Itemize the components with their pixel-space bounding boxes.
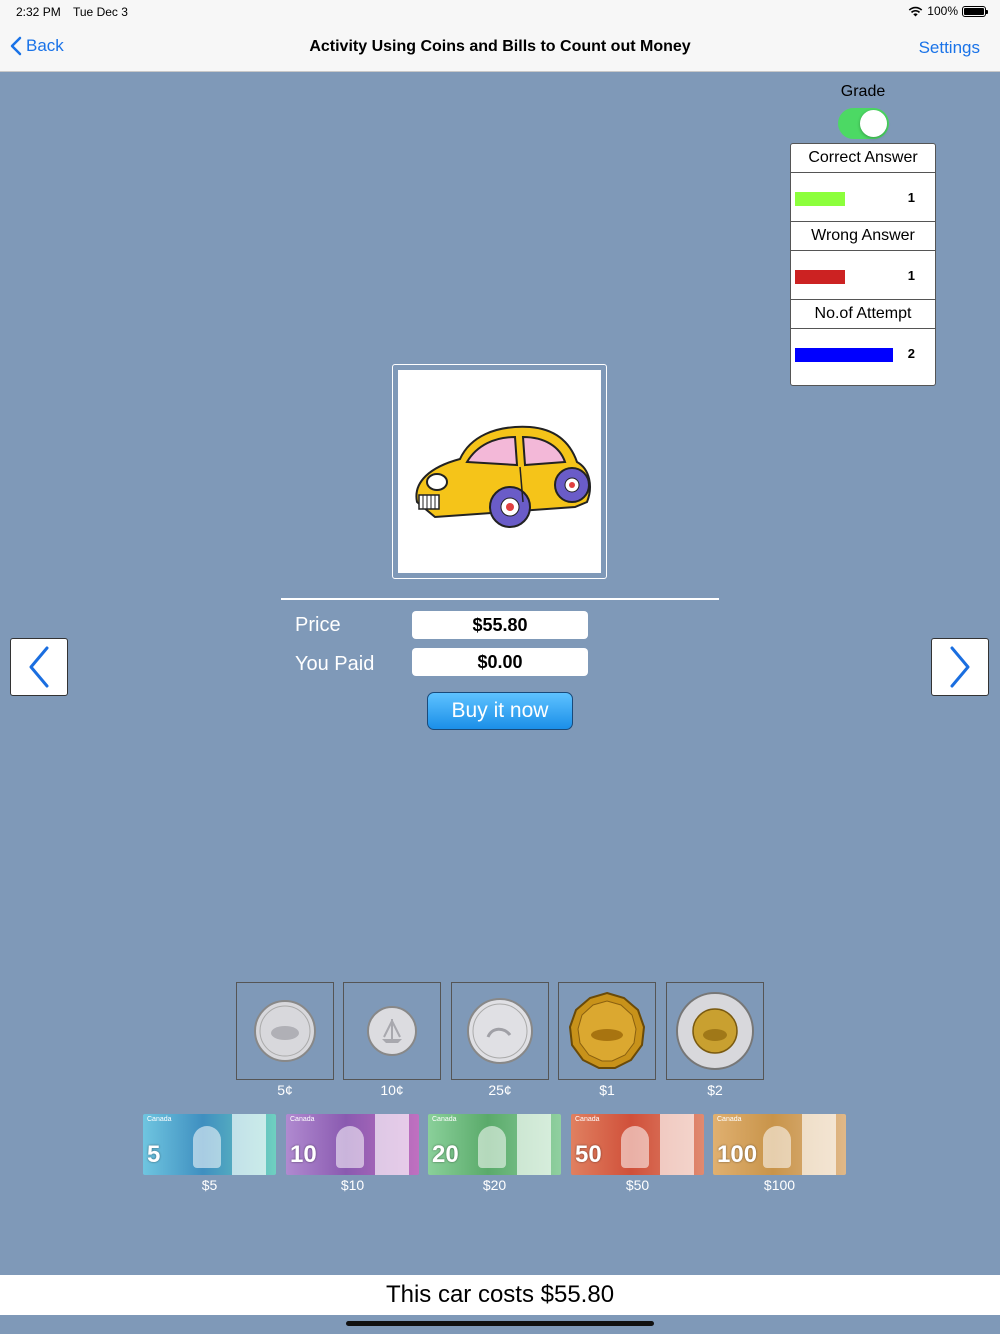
attempt-count: 2 [907,346,915,361]
bill-number: 5 [147,1141,161,1168]
nickel-coin-icon [254,1000,316,1062]
price-value: $55.80 [412,611,588,639]
coin-2-dollars-label: $2 [707,1082,723,1098]
wrong-answer-bar [795,270,845,284]
battery-percent: 100% [927,4,958,18]
correct-answer-count: 1 [907,190,915,205]
bill-number: 100 [717,1141,758,1168]
status-time: 2:32 PM [16,5,61,19]
wifi-icon [909,6,923,16]
status-date: Tue Dec 3 [73,5,128,19]
coin-10-cents[interactable] [343,982,441,1080]
item-image [398,370,601,573]
correct-answer-row: 1 [791,173,935,222]
status-bar: 2:32 PM Tue Dec 3 100% [0,0,1000,24]
portrait-icon [621,1126,649,1168]
bill-50-dollars-label: $50 [625,1177,650,1193]
status-right: 100% [908,4,988,18]
bill-10-dollars[interactable]: Canada 10 [286,1114,419,1175]
toggle-knob [860,110,887,137]
bill-5-dollars[interactable]: Canada 5 [143,1114,276,1175]
bill-number: 20 [432,1141,459,1168]
wrong-answer-label: Wrong Answer [791,222,935,251]
chevron-left-icon [29,646,49,688]
toonie-coin-icon [676,992,754,1070]
bill-window-icon [232,1114,266,1175]
coin-5-cents-label: 5¢ [277,1082,293,1098]
bill-window-icon [660,1114,694,1175]
next-item-button[interactable] [931,638,989,696]
page-title: Activity Using Coins and Bills to Count … [309,38,691,55]
bill-window-icon [517,1114,551,1175]
bill-20-dollars-label: $20 [482,1177,507,1193]
attempt-row: 2 [791,329,935,378]
bill-5-dollars-label: $5 [201,1177,218,1193]
grade-toggle[interactable] [838,108,889,139]
dime-coin-icon [367,1006,417,1056]
bill-number: 50 [575,1141,602,1168]
buy-it-now-button[interactable]: Buy it now [427,692,573,730]
bill-country: Canada [575,1116,600,1123]
bill-10-dollars-label: $10 [340,1177,365,1193]
portrait-icon [763,1126,791,1168]
bill-country: Canada [147,1116,172,1123]
correct-answer-bar [795,192,845,206]
quarter-coin-icon [467,998,533,1064]
grade-label: Grade [840,83,886,100]
bill-country: Canada [290,1116,315,1123]
you-paid-value: $0.00 [412,648,588,676]
coin-5-cents[interactable] [236,982,334,1080]
coin-25-cents-label: 25¢ [488,1082,512,1098]
bill-100-dollars[interactable]: Canada 100 [713,1114,846,1175]
coin-25-cents[interactable] [451,982,549,1080]
bill-country: Canada [432,1116,457,1123]
correct-answer-label: Correct Answer [791,144,935,173]
coin-1-dollar[interactable] [558,982,656,1080]
loonie-coin-icon [568,991,646,1069]
chevron-right-icon [950,646,970,688]
attempt-label: No.of Attempt [791,300,935,329]
bill-50-dollars[interactable]: Canada 50 [571,1114,704,1175]
previous-item-button[interactable] [10,638,68,696]
coin-1-dollar-label: $1 [599,1082,615,1098]
bill-20-dollars[interactable]: Canada 20 [428,1114,561,1175]
bill-country: Canada [717,1116,742,1123]
portrait-icon [193,1126,221,1168]
bill-window-icon [802,1114,836,1175]
coin-2-dollars[interactable] [666,982,764,1080]
bill-window-icon [375,1114,409,1175]
portrait-icon [478,1126,506,1168]
car-icon [414,425,591,528]
portrait-icon [336,1126,364,1168]
cost-message: This car costs $55.80 [0,1275,1000,1315]
scoreboard: Correct Answer 1 Wrong Answer 1 No.of At… [790,143,936,386]
battery-icon [962,5,988,17]
you-paid-label: You Paid [295,653,375,675]
divider [281,598,719,600]
attempt-bar [795,348,893,362]
wrong-answer-count: 1 [907,268,915,283]
home-indicator[interactable] [346,1321,654,1326]
wrong-answer-row: 1 [791,251,935,300]
coin-10-cents-label: 10¢ [380,1082,404,1098]
price-label: Price [295,614,341,636]
bill-number: 10 [290,1141,317,1168]
item-image-frame [392,364,607,579]
bill-100-dollars-label: $100 [763,1177,796,1193]
settings-button[interactable]: Settings [919,38,980,58]
navigation-bar: Back Activity Using Coins and Bills to C… [0,24,1000,72]
